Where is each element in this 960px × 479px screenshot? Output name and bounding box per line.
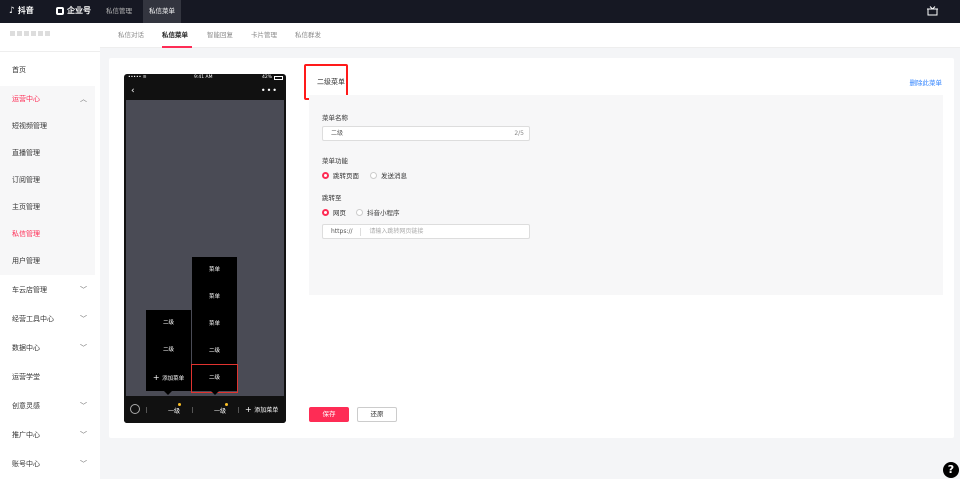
sidebar-divider (0, 51, 100, 52)
menu-divider (238, 407, 239, 413)
radio-mini-program[interactable]: 抖音小程序 (356, 207, 400, 217)
active-tab-indicator (162, 46, 192, 48)
sidebar-item-users[interactable]: 用户管理 (0, 251, 100, 271)
menu-divider (146, 407, 147, 413)
sub-navigation: 私信对话 私信菜单 智能回复 卡片管理 私信群发 (100, 23, 960, 48)
sidebar-item-subscription[interactable]: 订阅管理 (0, 170, 100, 190)
sidebar-item-short-video[interactable]: 短视频管理 (0, 116, 100, 136)
back-arrow-icon[interactable]: ‹ (131, 86, 135, 96)
help-icon[interactable]: ? (943, 462, 959, 478)
radio-checked-icon (322, 171, 329, 179)
sidebar-item-inspiration[interactable]: 创意灵感 ﹀ (0, 396, 100, 416)
radio-send-message[interactable]: 发送消息 (370, 170, 407, 180)
submenu-item[interactable]: 菜单 (192, 257, 237, 284)
radio-unchecked-icon (370, 171, 377, 179)
submenu-add-button[interactable]: + 添加菜单 (146, 364, 191, 391)
sidebar-item-business-tools[interactable]: 经营工具中心 ﹀ (0, 309, 100, 329)
plus-icon: + (245, 405, 255, 414)
submenu-left: 二级 二级 + 添加菜单 (146, 310, 191, 391)
plus-icon: + (152, 373, 163, 382)
douyin-icon: ♪ (9, 5, 15, 16)
topbar-tab-message-manage[interactable]: 私信管理 (100, 0, 138, 23)
chevron-down-icon: ﹀ (80, 460, 87, 468)
radio-unchecked-icon (356, 208, 363, 216)
bottom-menu-2[interactable]: 一级 (214, 406, 226, 415)
sidebar-item-academy[interactable]: 运营学堂 (0, 367, 100, 387)
sidebar-item-data[interactable]: 数据中心 ﹀ (0, 338, 100, 358)
chevron-down-icon: ﹀ (80, 431, 87, 439)
sidebar-item-live[interactable]: 直播管理 (0, 143, 100, 163)
topbar-tab-message-menu[interactable]: 私信菜单 (143, 0, 181, 23)
delete-menu-link[interactable]: 删除此菜单 (910, 77, 943, 87)
chevron-down-icon: ﹀ (80, 286, 87, 294)
tab-message-menu[interactable]: 私信菜单 (162, 23, 188, 48)
more-dots-icon[interactable]: ••• (261, 86, 278, 95)
enterprise-icon (56, 6, 64, 15)
jump-to-label: 跳转至 (322, 194, 342, 202)
form-panel (309, 95, 943, 295)
chevron-down-icon: ﹀ (80, 315, 87, 323)
sidebar: 首页 运营中心 ︿ 短视频管理 直播管理 订阅管理 主页管理 私信管理 用户管理 … (0, 23, 100, 479)
char-count: 2/5 (514, 130, 524, 137)
tab-card-manage[interactable]: 卡片管理 (251, 23, 277, 48)
radio-webpage[interactable]: 网页 (322, 207, 346, 217)
menu-name-input[interactable]: 二级 2/5 (322, 126, 530, 141)
submenu-right: 菜单 菜单 菜单 二级 二级 (191, 257, 238, 393)
battery-icon (274, 76, 283, 80)
submenu-item[interactable]: 二级 (192, 338, 237, 365)
sidebar-item-messages[interactable]: 私信管理 (0, 224, 100, 244)
sidebar-item-car-store[interactable]: 车云店管理 ﹀ (0, 280, 100, 300)
account-avatar[interactable] (10, 31, 50, 36)
douyin-logo[interactable]: ♪ 抖音 (9, 5, 34, 16)
sidebar-item-promotion[interactable]: 推广中心 ﹀ (0, 425, 100, 445)
url-input[interactable]: https:// 请输入跳转网页链接 (322, 224, 530, 239)
chevron-up-icon: ︿ (80, 95, 87, 103)
gift-icon[interactable] (927, 6, 938, 16)
submenu-item[interactable]: 二级 (146, 337, 191, 364)
reset-button[interactable]: 还原 (357, 407, 397, 422)
submenu-item[interactable]: 二级 (146, 310, 191, 337)
sidebar-item-home[interactable]: 首页 (0, 60, 100, 80)
enterprise-logo[interactable]: 企业号 (56, 5, 91, 16)
bottom-menu-1[interactable]: 一级 (168, 406, 180, 415)
phone-status-bar: ••••• ≋ 9:41 AM 42% (124, 74, 286, 82)
tab-smart-reply[interactable]: 智能回复 (207, 23, 233, 48)
menu-function-label: 菜单功能 (322, 157, 348, 165)
tab-message-chat[interactable]: 私信对话 (118, 23, 144, 48)
radio-jump-page[interactable]: 跳转页面 (322, 170, 359, 180)
chevron-down-icon: ﹀ (80, 344, 87, 352)
submenu-item[interactable]: 菜单 (192, 311, 237, 338)
menu-name-label: 菜单名称 (322, 114, 348, 122)
notification-dot (178, 403, 181, 406)
submenu-caret (211, 391, 219, 395)
chevron-down-icon: ﹀ (80, 402, 87, 410)
submenu-caret (164, 391, 172, 395)
menu-divider (192, 407, 193, 413)
bottom-add-menu-button[interactable]: + 添加菜单 (245, 405, 278, 414)
sidebar-item-operations[interactable]: 运营中心 ︿ (0, 89, 100, 109)
signal-icon: ••••• ≋ (128, 75, 147, 80)
sidebar-item-account[interactable]: 账号中心 ﹀ (0, 454, 100, 474)
tab-message-broadcast[interactable]: 私信群发 (295, 23, 321, 48)
top-bar: ♪ 抖音 企业号 私信管理 私信菜单 (0, 0, 960, 23)
save-button[interactable]: 保存 (309, 407, 349, 422)
emoji-icon[interactable] (130, 404, 140, 414)
radio-checked-icon (322, 208, 329, 216)
submenu-item-selected[interactable]: 二级 (191, 364, 238, 393)
submenu-item[interactable]: 菜单 (192, 284, 237, 311)
sidebar-item-homepage[interactable]: 主页管理 (0, 197, 100, 217)
notification-dot (225, 403, 228, 406)
